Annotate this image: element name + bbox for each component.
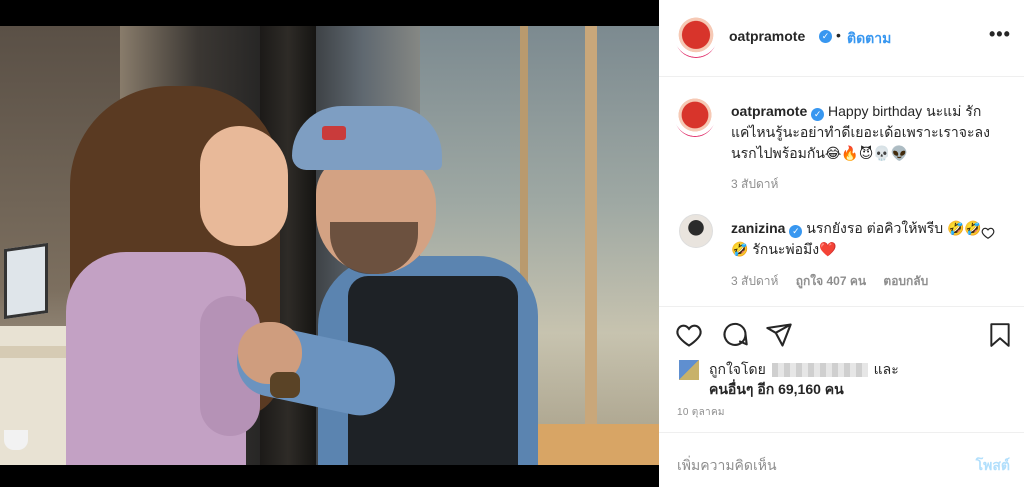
photo-cap-logo [322,126,346,140]
commenter-username[interactable]: zanizina [731,220,785,236]
comment-icon[interactable] [721,321,749,349]
comment-likes[interactable]: ถูกใจ 407 คน [796,274,866,288]
likes-count[interactable]: คนอื่นๆ อีก 69,160 คน [709,379,844,400]
verified-badge-icon: ✓ [819,30,832,43]
liked-by-text: ถูกใจโดย และ [709,359,899,380]
blurred-username[interactable] [771,363,868,378]
follow-button[interactable]: ติดตาม [847,28,891,50]
photo-bg-screen [4,242,48,320]
comment-timestamp[interactable]: 3 สัปดาห์ [731,274,778,288]
comment-meta: 3 สัปดาห์ ถูกใจ 407 คน ตอบกลับ [731,272,942,291]
action-bar [659,306,1024,364]
share-icon[interactable] [765,321,793,349]
heart-icon[interactable] [675,321,703,349]
instagram-post-modal: oatpramote ✓ • ติดตาม ••• oatpramote ✓ H… [0,0,1024,487]
commenter-avatar[interactable] [679,214,713,248]
photo-watch [270,372,300,398]
comment-text: zanizina ✓ นรกยังรอ ต่อคิวให้พรีบ 🤣🤣🤣 รั… [731,218,986,260]
liker-avatar[interactable] [679,360,699,380]
bookmark-icon[interactable] [987,321,1013,349]
post-photo[interactable] [0,26,659,465]
photo-man-cap [292,106,442,170]
comment-composer: เพิ่มความคิดเห็น โพสต์ [659,432,1024,487]
more-options-icon[interactable]: ••• [989,24,1011,45]
post-date[interactable]: 10 ตุลาคม [677,405,725,420]
separator-dot: • [836,27,841,43]
verified-badge-icon: ✓ [789,225,803,238]
liked-by-suffix: และ [873,361,899,377]
author-username[interactable]: oatpramote [729,28,805,44]
photo-bg-chair [536,424,659,465]
photo-woman-face [200,126,288,246]
caption-text: oatpramote ✓ Happy birthday นะแม่ รักแค่… [731,101,999,164]
caption-username[interactable]: oatpramote [731,103,807,119]
author-avatar[interactable] [675,16,717,58]
post-sidebar: oatpramote ✓ • ติดตาม ••• oatpramote ✓ H… [659,0,1024,487]
post-comment-button[interactable]: โพสต์ [976,455,1010,477]
liked-by-prefix: ถูกใจโดย [709,361,766,377]
caption-timestamp[interactable]: 3 สัปดาห์ [731,175,778,194]
photo-bg-cup [4,430,28,450]
comment-input[interactable]: เพิ่มความคิดเห็น [677,455,777,477]
comment-like-heart-icon[interactable] [981,226,995,240]
caption-author-avatar[interactable] [675,97,715,137]
photo-bg-frame [585,26,597,465]
comment-reply-button[interactable]: ตอบกลับ [883,274,928,288]
post-header: oatpramote ✓ • ติดตาม ••• [659,0,1024,77]
verified-badge-icon: ✓ [811,108,825,121]
